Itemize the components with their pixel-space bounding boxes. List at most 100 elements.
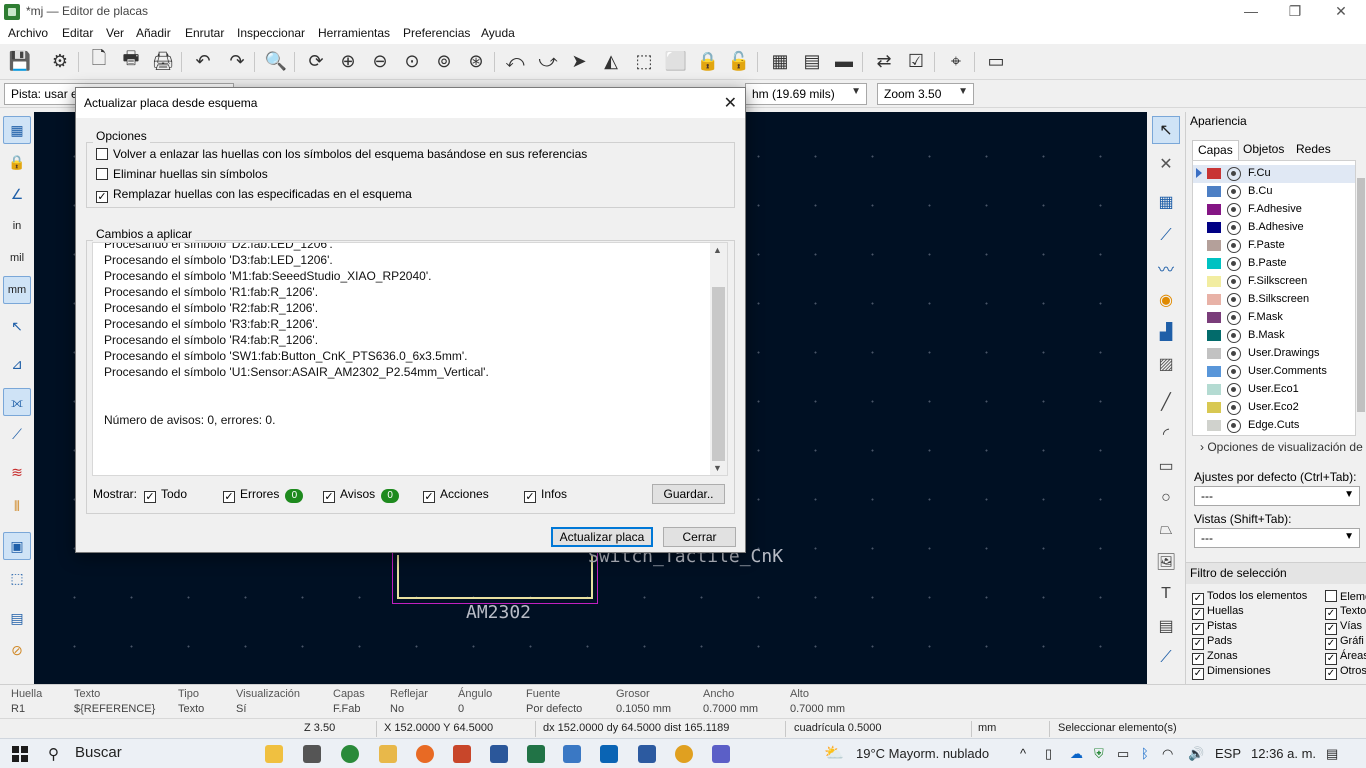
units-mm-icon[interactable]: mm <box>3 276 31 304</box>
scroll-thumb[interactable] <box>712 287 725 461</box>
layer-row[interactable]: B.Adhesive <box>1193 219 1355 237</box>
selection-filter-checkbox[interactable]: Eleme <box>1325 590 1366 603</box>
add-zone-icon[interactable]: ▟ <box>1152 318 1180 346</box>
grid-select[interactable]: hm (19.69 mils) ▼ <box>745 83 867 105</box>
zoom-out-icon[interactable]: ⊖ <box>368 49 392 73</box>
clock[interactable]: 12:36 a. m. <box>1251 746 1316 761</box>
menu-ver[interactable]: Ver <box>106 26 124 40</box>
scroll-thumb[interactable] <box>1357 178 1365 412</box>
tray-chevron-icon[interactable]: ^ <box>1020 746 1026 761</box>
onedrive-icon[interactable]: ☁ <box>1070 746 1083 762</box>
menu-ayuda[interactable]: Ayuda <box>481 26 515 40</box>
add-dimension-icon[interactable]: ⟋ <box>1152 644 1180 672</box>
layer-row[interactable]: B.Mask <box>1193 327 1355 345</box>
unlock-icon[interactable]: 🔓 <box>727 49 751 73</box>
tab-objects[interactable]: Objetos <box>1238 140 1289 160</box>
add-footprint-icon[interactable]: ▦ <box>1152 188 1180 216</box>
tray-usb-icon[interactable]: ▯ <box>1045 746 1052 762</box>
select-tool-icon[interactable]: ↖ <box>1152 116 1180 144</box>
close-dialog-button[interactable]: Cerrar <box>663 527 736 547</box>
eye-icon[interactable] <box>1227 239 1241 253</box>
menu-archivo[interactable]: Archivo <box>8 26 48 40</box>
selection-filter-checkbox[interactable]: ✓ Vías <box>1325 620 1362 635</box>
scripting-console-icon[interactable]: ▭ <box>984 49 1008 73</box>
units-inch-icon[interactable]: in <box>3 212 31 240</box>
views-select[interactable]: --- ▼ <box>1194 528 1360 548</box>
layer-row[interactable]: B.Paste <box>1193 255 1355 273</box>
page-settings-icon[interactable]: 🗋 <box>87 48 111 73</box>
add-image-icon[interactable]: 🖼 <box>1152 548 1180 576</box>
add-textbox-icon[interactable]: ▤ <box>1152 612 1180 640</box>
track-outline-icon[interactable]: ⟋ <box>3 420 31 448</box>
selection-filter-checkbox[interactable]: ✓ Pads <box>1192 635 1232 650</box>
eye-icon[interactable] <box>1227 329 1241 343</box>
units-mil-icon[interactable]: mil <box>3 244 31 272</box>
eye-icon[interactable] <box>1227 347 1241 361</box>
changes-log[interactable]: Procesando el símbolo 'D2:fab:LED_1206'.… <box>92 242 728 476</box>
eye-icon[interactable] <box>1227 383 1241 397</box>
rotate-ccw-icon[interactable]: ⤺ <box>503 49 527 73</box>
draw-line-icon[interactable]: ╱ <box>1152 388 1180 416</box>
layer-row[interactable]: User.Eco2 <box>1193 399 1355 417</box>
layer-color-swatch[interactable] <box>1207 276 1221 287</box>
drc-markers-icon[interactable]: ⊘ <box>3 636 31 664</box>
eye-icon[interactable] <box>1227 365 1241 379</box>
volume-icon[interactable]: 🔊 <box>1188 746 1204 762</box>
layer-color-swatch[interactable] <box>1207 384 1221 395</box>
redo-icon[interactable]: ↷ <box>225 49 249 73</box>
layer-row[interactable]: B.Silkscreen <box>1193 291 1355 309</box>
eye-icon[interactable] <box>1227 275 1241 289</box>
scroll-down-icon[interactable]: ▼ <box>713 463 722 473</box>
menu-editar[interactable]: Editar <box>62 26 93 40</box>
layer-color-swatch[interactable] <box>1207 186 1221 197</box>
eye-icon[interactable] <box>1227 167 1241 181</box>
plot-icon[interactable]: 🖨 <box>151 49 175 73</box>
selection-filter-checkbox[interactable]: ✓ Texto <box>1325 605 1366 620</box>
menu-preferencias[interactable]: Preferencias <box>403 26 470 40</box>
drc-icon[interactable]: ☑ <box>904 49 928 73</box>
bluetooth-icon[interactable]: ᛒ <box>1141 746 1149 761</box>
layer-color-swatch[interactable] <box>1207 168 1221 179</box>
menu-enrutar[interactable]: Enrutar <box>185 26 224 40</box>
layer-row[interactable]: User.Drawings <box>1193 345 1355 363</box>
footprint-courtyard[interactable] <box>392 552 598 604</box>
eye-icon[interactable] <box>1227 185 1241 199</box>
layer-row[interactable]: F.Silkscreen <box>1193 273 1355 291</box>
layer-color-swatch[interactable] <box>1207 402 1221 413</box>
lock-selection-icon[interactable]: 🔒 <box>3 148 31 176</box>
menu-inspeccionar[interactable]: Inspeccionar <box>237 26 305 40</box>
filter-infos[interactable]: ✓ Infos <box>524 487 567 503</box>
update-from-schematic-icon[interactable]: ⇄ <box>872 49 896 73</box>
option-checkbox[interactable]: ✓ Remplazar huellas con las especificadas… <box>96 187 412 203</box>
zoom-select[interactable]: Zoom 3.50 ▼ <box>877 83 974 105</box>
eye-icon[interactable] <box>1227 419 1241 433</box>
powerpoint-icon[interactable] <box>453 745 471 763</box>
restore-button[interactable]: ❐ <box>1272 0 1318 24</box>
print-icon[interactable]: 🖶 <box>119 48 143 73</box>
eye-icon[interactable] <box>1227 257 1241 271</box>
taskbar-app-icon[interactable] <box>265 745 283 763</box>
footprint-editor-icon[interactable]: ▤ <box>800 49 824 73</box>
grid-toggle-icon[interactable]: ▦ <box>3 116 31 144</box>
log-scrollbar[interactable]: ▲ ▼ <box>710 243 727 475</box>
layer-list-scrollbar[interactable] <box>1356 160 1366 436</box>
refresh-icon[interactable]: ⟳ <box>304 49 328 73</box>
layer-row[interactable]: F.Paste <box>1193 237 1355 255</box>
add-via-icon[interactable]: ◉ <box>1152 286 1180 314</box>
mirror-icon[interactable]: ◭ <box>599 49 623 73</box>
draw-polygon-icon[interactable]: ⏢ <box>1152 516 1180 544</box>
footprint-browser-icon[interactable]: ▬ <box>832 49 856 73</box>
task-view-icon[interactable] <box>303 745 321 763</box>
layer-row[interactable]: F.Mask <box>1193 309 1355 327</box>
eye-icon[interactable] <box>1227 401 1241 415</box>
option-checkbox[interactable]: Eliminar huellas sin símbolos <box>96 167 268 181</box>
filter-actions[interactable]: ✓ Acciones <box>423 487 489 503</box>
excel-icon[interactable] <box>527 745 545 763</box>
notifications-icon[interactable]: ▤ <box>1326 746 1338 762</box>
ungroup-icon[interactable]: ⬜ <box>664 49 688 73</box>
selection-filter-checkbox[interactable]: ✓ Áreas <box>1325 650 1366 665</box>
layer-color-swatch[interactable] <box>1207 222 1221 233</box>
zoom-selection-icon[interactable]: ⊛ <box>464 49 488 73</box>
draw-circle-icon[interactable]: ○ <box>1152 484 1180 512</box>
presets-select[interactable]: --- ▼ <box>1194 486 1360 506</box>
